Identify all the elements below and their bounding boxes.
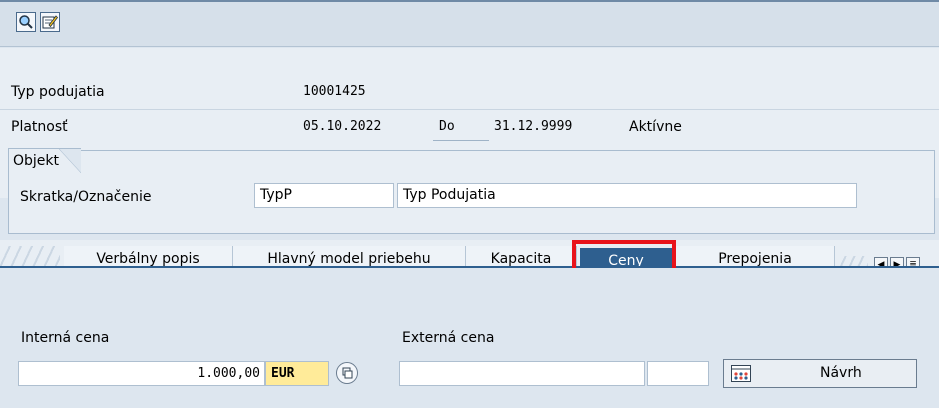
- event-type-label: Typ podujatia: [11, 84, 105, 100]
- internal-price-label: Interná cena: [21, 330, 110, 346]
- tabstrip-left-decoration: [0, 246, 60, 268]
- abbreviation-label: Skratka/Označenie: [20, 189, 152, 205]
- external-price-label: Externá cena: [402, 330, 495, 346]
- abbreviation-field[interactable]: TypP: [254, 183, 394, 208]
- object-frame-title: Objekt: [8, 148, 82, 173]
- status-text: Aktívne: [629, 119, 682, 135]
- internal-price-field[interactable]: 1.000,00: [18, 361, 265, 386]
- application-toolbar: [0, 0, 939, 47]
- currency-lookup-button[interactable]: [336, 362, 358, 384]
- edit-button[interactable]: [40, 12, 60, 32]
- valid-from-value: 05.10.2022: [303, 119, 382, 134]
- external-price-field[interactable]: [399, 361, 645, 386]
- display-button[interactable]: [16, 12, 36, 32]
- object-frame-title-text: Objekt: [13, 153, 60, 169]
- edit-icon: [42, 15, 59, 29]
- valid-to-value: 31.12.9999: [494, 119, 573, 134]
- name-field[interactable]: Typ Podujatia: [397, 183, 857, 208]
- event-type-value: 10001425: [303, 84, 366, 99]
- to-underline: [433, 140, 489, 141]
- value-help-icon: [342, 367, 353, 379]
- internal-currency-field[interactable]: EUR: [265, 361, 329, 386]
- proposal-icon: [731, 365, 751, 382]
- external-currency-field[interactable]: [647, 361, 709, 386]
- validity-label: Platnosť: [11, 119, 68, 135]
- row-divider: [0, 109, 939, 110]
- display-icon: [19, 15, 33, 29]
- proposal-button-label: Návrh: [820, 365, 862, 381]
- proposal-button[interactable]: Návrh: [723, 359, 917, 388]
- to-label: Do: [439, 119, 455, 134]
